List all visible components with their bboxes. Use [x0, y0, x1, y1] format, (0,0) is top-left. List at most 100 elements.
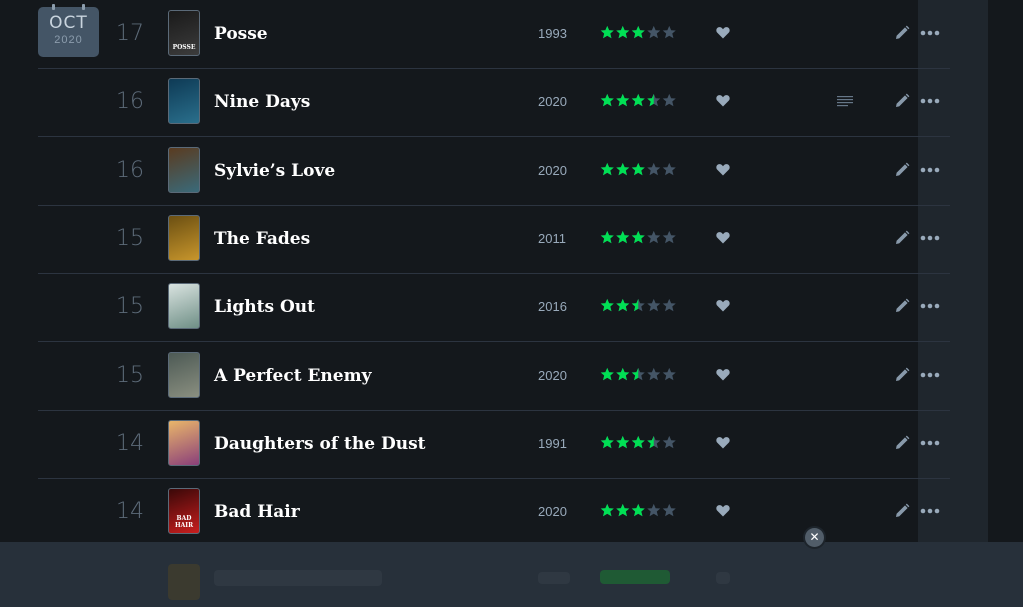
star-rating[interactable] [600, 22, 680, 42]
star-icon [600, 25, 614, 39]
ellipsis-icon[interactable] [920, 372, 940, 378]
heart-icon[interactable] [716, 26, 730, 39]
ghost-poster [168, 564, 200, 600]
star-rating[interactable] [600, 295, 680, 315]
film-title-link[interactable]: The Fades [214, 205, 310, 273]
ellipsis-icon[interactable] [920, 235, 940, 241]
star-icon [647, 299, 661, 312]
film-poster[interactable]: POSSE [168, 10, 200, 56]
star-rating[interactable] [600, 227, 680, 247]
release-year[interactable]: 2011 [538, 205, 566, 273]
pencil-icon[interactable] [894, 298, 910, 314]
entry-day[interactable]: 15 [116, 273, 148, 341]
ellipsis-icon[interactable] [920, 30, 940, 36]
star-icon [647, 230, 661, 244]
film-poster[interactable] [168, 419, 200, 466]
entry-day[interactable]: 16 [116, 137, 148, 205]
film-poster[interactable]: BAD HAIR [168, 488, 200, 535]
release-year[interactable]: 2016 [538, 273, 567, 341]
heart-icon[interactable] [716, 368, 730, 381]
heart-icon[interactable] [716, 94, 730, 107]
pencil-icon[interactable] [894, 162, 910, 178]
star-icon [600, 230, 614, 244]
pencil-icon[interactable] [894, 25, 910, 41]
heart-icon[interactable] [716, 299, 730, 312]
star-rating[interactable] [600, 364, 680, 384]
film-poster[interactable] [168, 146, 200, 193]
film-poster[interactable] [168, 214, 200, 261]
diary-entry-row[interactable]: 17 POSSE Posse 1993 [38, 0, 950, 69]
film-title-link[interactable]: Daughters of the Dust [214, 410, 426, 478]
star-icon [631, 299, 645, 312]
heart-icon[interactable] [716, 436, 730, 449]
ellipsis-icon[interactable] [920, 303, 940, 309]
entry-day[interactable]: 14 [116, 478, 148, 546]
star-icon [662, 25, 676, 39]
review-lines-icon[interactable] [837, 95, 853, 107]
film-poster[interactable] [168, 351, 200, 398]
diary-entry-row[interactable]: 15 Lights Out 2016 [38, 273, 950, 343]
poster-text: BAD HAIR [174, 515, 194, 530]
star-icon [647, 435, 661, 448]
film-poster[interactable] [168, 78, 200, 125]
star-icon [616, 503, 630, 517]
release-year[interactable]: 2020 [538, 137, 567, 205]
release-year[interactable]: 2020 [538, 68, 567, 136]
star-icon [616, 25, 630, 39]
pencil-icon[interactable] [894, 93, 910, 109]
entry-day[interactable]: 16 [116, 68, 148, 136]
calendar-month-badge[interactable]: OCT 2020 [38, 4, 99, 57]
diary-entry-row[interactable]: 16 Sylvie’s Love 2020 [38, 137, 950, 206]
pencil-icon[interactable] [894, 230, 910, 246]
star-icon [600, 299, 614, 312]
close-button[interactable]: ✕ [805, 528, 824, 547]
film-title-link[interactable]: Sylvie’s Love [214, 137, 335, 205]
film-title-link[interactable]: Lights Out [214, 273, 315, 341]
star-icon [662, 503, 676, 517]
film-poster[interactable] [168, 283, 200, 330]
pencil-icon[interactable] [894, 435, 910, 451]
star-icon [631, 435, 645, 448]
star-icon [600, 503, 614, 517]
film-title-link[interactable]: Nine Days [214, 68, 310, 136]
release-year[interactable]: 1991 [538, 410, 567, 478]
diary-entry-row[interactable]: 15 A Perfect Enemy 2020 [38, 342, 950, 411]
star-icon [631, 503, 645, 517]
diary-entry-row[interactable]: 16 Nine Days 2020 [38, 68, 950, 138]
star-icon [647, 503, 661, 517]
diary-entry-row[interactable]: 15 The Fades 2011 [38, 205, 950, 274]
ellipsis-icon[interactable] [920, 508, 940, 514]
star-rating[interactable] [600, 159, 680, 179]
star-icon [616, 299, 630, 312]
entry-day[interactable]: 14 [116, 410, 148, 478]
star-rating[interactable] [600, 500, 680, 520]
star-icon [662, 367, 676, 380]
ellipsis-icon[interactable] [920, 167, 940, 173]
release-year[interactable]: 1993 [538, 0, 567, 68]
star-icon [616, 367, 630, 380]
ghost-heart [716, 572, 730, 584]
star-icon [600, 435, 614, 448]
entry-day[interactable]: 15 [116, 205, 148, 273]
ellipsis-icon[interactable] [920, 98, 940, 104]
star-icon [631, 25, 645, 39]
heart-icon[interactable] [716, 163, 730, 176]
release-year[interactable]: 2020 [538, 478, 567, 546]
entry-day[interactable]: 17 [116, 0, 148, 68]
next-row-overlay [0, 542, 1023, 607]
film-title-link[interactable]: Posse [214, 0, 268, 68]
pencil-icon[interactable] [894, 503, 910, 519]
diary-entry-row[interactable]: 14 Daughters of the Dust 1991 [38, 410, 950, 479]
calendar-rings-icon [52, 4, 85, 10]
pencil-icon[interactable] [894, 367, 910, 383]
film-title-link[interactable]: Bad Hair [214, 478, 300, 546]
star-icon [631, 367, 645, 380]
release-year[interactable]: 2020 [538, 342, 567, 410]
star-rating[interactable] [600, 90, 680, 110]
heart-icon[interactable] [716, 504, 730, 517]
ellipsis-icon[interactable] [920, 440, 940, 446]
film-title-link[interactable]: A Perfect Enemy [214, 342, 371, 410]
heart-icon[interactable] [716, 231, 730, 244]
entry-day[interactable]: 15 [116, 342, 148, 410]
star-rating[interactable] [600, 432, 680, 452]
